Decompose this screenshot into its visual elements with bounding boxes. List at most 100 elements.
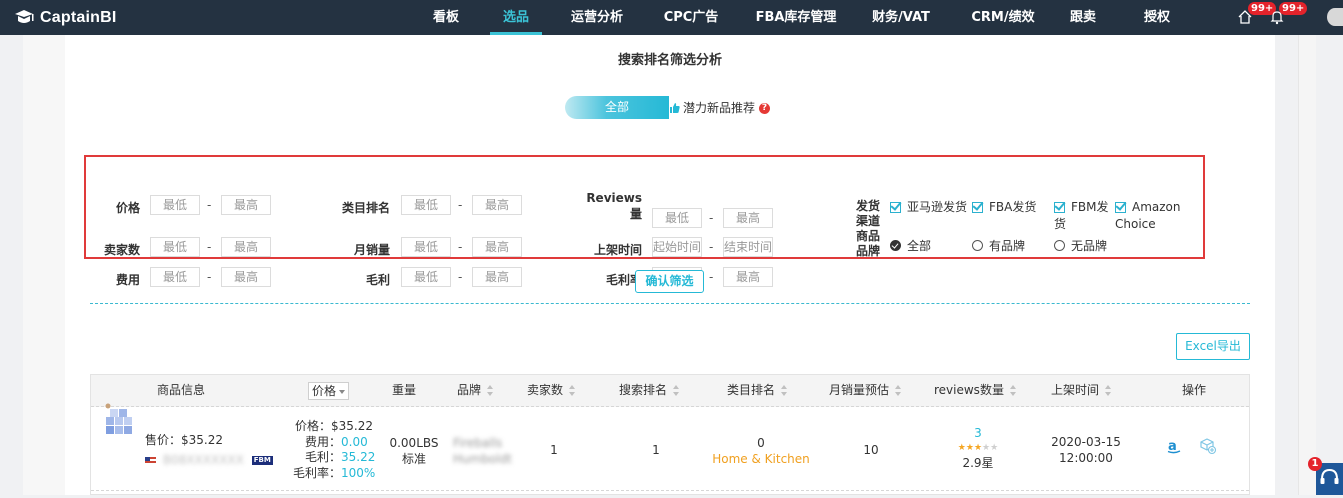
sort-icon — [895, 385, 902, 396]
nav-operations-analysis[interactable]: 运营分析 — [563, 0, 631, 35]
brand-has-radio[interactable]: 有品牌 — [972, 237, 1025, 254]
gross-profit-min-input[interactable] — [401, 267, 451, 287]
category-rank-max-input[interactable] — [472, 195, 522, 215]
radio-selected-icon — [890, 240, 901, 251]
filter-label-category-rank: 类目排名 — [341, 201, 390, 215]
ship-choice-label-line2: Choice — [1115, 217, 1156, 231]
ship-fbm-checkbox[interactable]: FBM发 货 — [1054, 199, 1109, 233]
reviews-cell: 3 ★★★★★ 2.9星 — [948, 426, 1008, 471]
seller-count-dash: - — [207, 240, 212, 254]
price-dash: - — [207, 198, 212, 212]
listed-start-input[interactable] — [652, 237, 702, 257]
col-price-sort[interactable]: 价格 — [308, 382, 350, 400]
star-filled-icon: ★ — [957, 443, 966, 453]
weight-value: 0.00LBS — [389, 436, 439, 450]
col-monthly-sales-header[interactable]: 月销量预估 — [829, 375, 902, 406]
size-tier: 标准 — [401, 452, 426, 466]
nav-authorization[interactable]: 授权 — [1137, 0, 1177, 35]
filter-label-brand-2: 品牌 — [855, 244, 880, 258]
nav-product-selection[interactable]: 选品 — [490, 0, 542, 35]
divider — [90, 303, 1250, 304]
brand-none-radio[interactable]: 无品牌 — [1054, 237, 1107, 254]
category-link[interactable]: Home & Kitchen — [701, 451, 821, 467]
nav-cpc-ads[interactable]: CPC广告 — [657, 0, 725, 35]
weight-cell: 0.00LBS 标准 — [386, 435, 442, 467]
brand-cell: Fireballs Humboldt — [453, 435, 523, 467]
radio-empty-icon — [1054, 240, 1065, 251]
col-brand-header[interactable]: 品牌 — [457, 375, 494, 406]
reviews-max-input[interactable] — [723, 208, 773, 228]
filter-label-shipping-2: 渠道 — [855, 214, 880, 228]
col-sellers-header[interactable]: 卖家数 — [527, 375, 576, 406]
listed-cell: 2020-03-15 12:00:00 — [1046, 434, 1126, 466]
results-table: 商品信息 价格 重量 品牌 卖家数 搜索排名 类目排名 月销量预估 review… — [90, 374, 1250, 495]
listed-end-input[interactable] — [723, 237, 773, 257]
category-rank-dash: - — [458, 198, 463, 212]
listed-date: 2020-03-15 — [1051, 435, 1121, 449]
seller-count-min-input[interactable] — [150, 237, 200, 257]
filter-label-listed-time: 上架时间 — [593, 243, 642, 257]
filter-label-shipping-1: 发货 — [855, 199, 880, 213]
fee-min-input[interactable] — [150, 267, 200, 287]
nav-crm-performance[interactable]: CRM/绩效 — [964, 0, 1042, 35]
asin-line: B08XXXXXXX FBM — [145, 453, 273, 467]
reviews-count-link[interactable]: 3 — [948, 426, 1008, 441]
col-sellers-label: 卖家数 — [527, 383, 564, 397]
help-icon[interactable]: ? — [759, 102, 771, 114]
col-category-rank-header[interactable]: 类目排名 — [727, 375, 788, 406]
segment-potential-products[interactable]: 潜力新品推荐 ? — [669, 97, 771, 119]
reviews-min-input[interactable] — [652, 208, 702, 228]
ship-choice-label: Amazon Choice — [1115, 199, 1181, 233]
margin-rate-dash: - — [709, 270, 714, 284]
ship-fba-checkbox[interactable]: FBA发货 — [972, 199, 1036, 216]
nav-finance-vat[interactable]: 财务/VAT — [865, 0, 937, 35]
gross-profit-max-input[interactable] — [472, 267, 522, 287]
monthly-sales-min-input[interactable] — [401, 237, 451, 257]
price-min-input[interactable] — [150, 195, 200, 215]
price-max-input[interactable] — [221, 195, 271, 215]
confirm-filter-button[interactable]: 确认筛选 — [635, 270, 704, 293]
brand-all-radio[interactable]: 全部 — [890, 237, 931, 254]
filter-label-brand-1: 商品 — [855, 229, 880, 243]
excel-export-button[interactable]: Excel导出 — [1176, 333, 1250, 360]
col-weight: 重量 — [392, 383, 417, 397]
main-panel: 搜索排名筛选分析 全部 潜力新品推荐 ? 价格 - 卖家数 - 费用 - 类目排… — [65, 35, 1275, 495]
ship-fbm-label-line2: 货 — [1054, 217, 1067, 231]
vertical-scrollbar[interactable] — [1298, 35, 1316, 495]
brand-has-label: 有品牌 — [989, 239, 1026, 253]
add-to-collection-icon[interactable] — [1199, 437, 1217, 455]
thumbs-up-icon — [670, 103, 680, 113]
filter-panel: 价格 - 卖家数 - 费用 - 类目排名 - 月销量 - 毛利 - Review… — [84, 155, 1205, 287]
ship-choice-label-line1: Amazon — [1132, 200, 1181, 214]
amazon-icon[interactable]: a — [1166, 438, 1182, 454]
margin-rate-max-input[interactable] — [723, 267, 773, 287]
fee-value: 0.00 — [341, 434, 368, 449]
avatar[interactable] — [1327, 8, 1343, 26]
ship-amazon-checkbox[interactable]: 亚马逊发货 — [890, 199, 967, 216]
logo[interactable]: CaptainBI — [13, 6, 116, 30]
col-reviews-header[interactable]: reviews数量 — [934, 375, 1017, 406]
col-price-label: 价格 — [312, 384, 337, 398]
reviews-dash: - — [709, 211, 714, 225]
category-rank-value: 0 — [757, 436, 765, 450]
sellers-value: 1 — [550, 443, 558, 457]
checkbox-checked-icon — [1054, 202, 1065, 213]
nav-dashboard[interactable]: 看板 — [422, 0, 470, 35]
fee-max-input[interactable] — [221, 267, 271, 287]
monthly-sales-max-input[interactable] — [472, 237, 522, 257]
ship-fbm-label-line1: FBM发 — [1071, 200, 1109, 214]
segment-all-button[interactable]: 全部 — [565, 96, 669, 119]
brand-line1: Fireballs — [453, 436, 503, 450]
col-listed-header[interactable]: 上架时间 — [1051, 375, 1112, 406]
sort-icon — [781, 385, 788, 396]
nav-fba-inventory[interactable]: FBA库存管理 — [750, 0, 842, 35]
col-search-rank-header[interactable]: 搜索排名 — [619, 375, 680, 406]
seller-count-max-input[interactable] — [221, 237, 271, 257]
nav-follow-sell[interactable]: 跟卖 — [1063, 0, 1103, 35]
product-thumbnail[interactable] — [104, 403, 138, 437]
asin-link[interactable]: B08XXXXXXX — [163, 453, 244, 467]
ship-amazon-choice-checkbox[interactable]: Amazon Choice — [1115, 199, 1181, 233]
category-rank-min-input[interactable] — [401, 195, 451, 215]
margin-label: 毛利率： — [292, 465, 341, 480]
filter-label-reviews-line1: Reviews — [586, 191, 642, 205]
